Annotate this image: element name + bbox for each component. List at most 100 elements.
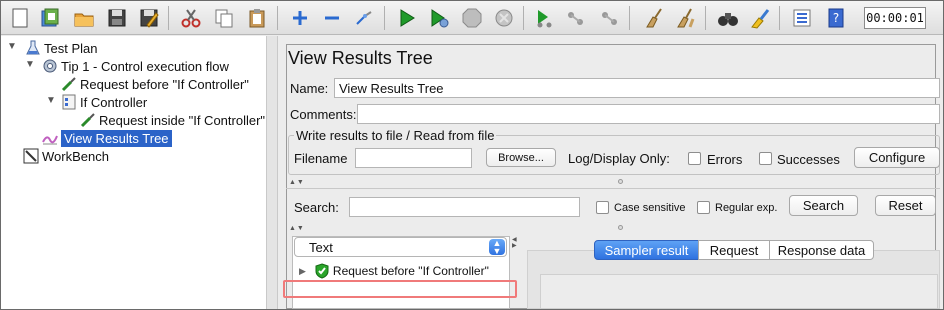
sampler-pipette-icon — [80, 112, 96, 128]
toolbar-separator — [705, 6, 706, 30]
tab-response-data[interactable]: Response data — [769, 240, 874, 260]
toolbar-separator — [629, 6, 630, 30]
start-no-pause-icon[interactable] — [426, 5, 452, 31]
collapse-toggle-icon[interactable]: ▼ — [46, 96, 56, 106]
remote-start-icon[interactable] — [531, 5, 557, 31]
regular-exp-label: Regular exp. — [715, 202, 778, 214]
collapse-toggle-icon[interactable]: ▼ — [7, 42, 17, 52]
tree-item-label: Test Plan — [44, 40, 98, 56]
tree-item-if-controller[interactable]: If Controller — [61, 93, 147, 111]
success-shield-icon — [314, 263, 330, 279]
elapsed-timer: 00:00:01 — [864, 7, 926, 29]
tree-item-view-results-tree[interactable]: View Results Tree — [42, 129, 172, 147]
case-sensitive-label: Case sensitive — [614, 202, 686, 214]
test-plan-tree: ▼ Test Plan ▼ Tip 1 - Control execution … — [1, 36, 266, 309]
successes-checkbox[interactable] — [759, 152, 772, 165]
tree-item-tip-controller[interactable]: Tip 1 - Control execution flow — [42, 57, 229, 75]
start-icon[interactable] — [394, 5, 420, 31]
clear-all-icon[interactable] — [673, 5, 699, 31]
configure-button[interactable]: Configure — [854, 147, 940, 168]
toolbar-separator — [523, 6, 524, 30]
search-label: Search: — [294, 200, 339, 215]
toolbar-separator — [277, 6, 278, 30]
tree-item-workbench[interactable]: WorkBench — [23, 147, 109, 165]
successes-label: Successes — [777, 152, 840, 167]
gear-icon — [42, 58, 58, 74]
result-item-label: Request before "If Controller" — [332, 264, 489, 278]
controller-icon — [61, 94, 77, 110]
tree-item-label: Request inside "If Controller" — [99, 112, 266, 128]
result-item-request-before[interactable]: ▶ Request before "If Controller" — [299, 262, 489, 280]
tab-request[interactable]: Request — [698, 240, 770, 260]
write-results-group-title: Write results to file / Read from file — [294, 128, 497, 143]
splitter-handle-icon[interactable] — [618, 179, 623, 184]
search-button[interactable]: Search — [789, 195, 858, 216]
toolbar-separator — [384, 6, 385, 30]
splitter-arrows-icon[interactable]: ▲▼ — [289, 225, 305, 232]
name-field[interactable]: View Results Tree — [334, 78, 940, 98]
tree-item-label: Tip 1 - Control execution flow — [61, 58, 229, 74]
function-helper-icon[interactable] — [789, 5, 815, 31]
new-icon[interactable] — [7, 5, 33, 31]
splitter-arrows-icon[interactable]: ▲▼ — [289, 179, 305, 186]
select-chevron-icon[interactable]: ▲ ▼ — [489, 239, 505, 256]
expand-toggle-icon[interactable]: ▶ — [299, 266, 306, 277]
tree-item-label: Request before "If Controller" — [80, 76, 249, 92]
clear-icon[interactable] — [641, 5, 667, 31]
templates-icon[interactable] — [37, 5, 63, 31]
case-sensitive-checkbox[interactable] — [596, 201, 609, 214]
remote-stop-icon[interactable] — [563, 5, 589, 31]
tree-item-label: If Controller — [80, 94, 148, 110]
stop-icon[interactable] — [459, 5, 485, 31]
collapse-toggle-icon[interactable]: ▼ — [25, 60, 35, 70]
save-as-icon[interactable] — [136, 5, 162, 31]
expand-icon[interactable] — [287, 5, 313, 31]
help-icon[interactable]: ? — [823, 5, 849, 31]
splitter-handle-icon[interactable] — [618, 225, 623, 230]
toolbar-separator — [168, 6, 169, 30]
tree-item-request-before[interactable]: Request before "If Controller" — [61, 75, 249, 93]
tab-sampler-result[interactable]: Sampler result — [594, 240, 699, 260]
result-detail-content — [540, 274, 938, 309]
tree-item-label: View Results Tree — [61, 129, 172, 147]
search-icon[interactable] — [715, 5, 741, 31]
regular-exp-checkbox[interactable] — [697, 201, 710, 214]
workbench-icon — [23, 148, 39, 164]
shutdown-icon[interactable] — [491, 5, 517, 31]
open-icon[interactable] — [71, 5, 97, 31]
browse-button[interactable]: Browse... — [486, 148, 556, 167]
tree-item-test-plan[interactable]: Test Plan — [25, 39, 97, 57]
toolbar: ? 00:00:01 — [1, 1, 943, 35]
sampler-pipette-icon — [61, 76, 77, 92]
errors-checkbox[interactable] — [688, 152, 701, 165]
collapse-icon[interactable] — [319, 5, 345, 31]
reset-button[interactable]: Reset — [875, 195, 936, 216]
renderer-select-value: Text — [309, 239, 333, 255]
remote-exit-icon[interactable] — [597, 5, 623, 31]
log-display-label: Log/Display Only: — [568, 151, 670, 166]
cut-icon[interactable] — [178, 5, 204, 31]
reset-search-icon[interactable] — [747, 5, 773, 31]
paste-icon[interactable] — [244, 5, 270, 31]
errors-label: Errors — [707, 152, 743, 167]
annotation-highlight-box — [283, 280, 517, 298]
copy-icon[interactable] — [211, 5, 237, 31]
renderer-select[interactable]: Text — [294, 237, 507, 257]
toggle-icon[interactable] — [351, 5, 377, 31]
listener-graph-icon — [42, 130, 58, 146]
splitter-arrows-icon[interactable]: ◀ ▶ — [512, 237, 518, 249]
comments-field[interactable] — [357, 104, 940, 124]
test-plan-icon — [25, 40, 41, 56]
save-icon[interactable] — [104, 5, 130, 31]
split-pane-divider[interactable] — [266, 36, 278, 309]
divider — [286, 188, 940, 189]
tree-item-label: WorkBench — [42, 148, 109, 164]
search-input[interactable] — [349, 197, 580, 217]
filename-label: Filename — [294, 151, 348, 166]
name-label: Name: — [290, 81, 329, 96]
comments-label: Comments: — [290, 107, 357, 122]
filename-field[interactable] — [355, 148, 472, 168]
panel-title: View Results Tree — [288, 48, 433, 68]
svg-text:?: ? — [833, 11, 839, 25]
tree-item-request-inside[interactable]: Request inside "If Controller" — [80, 111, 265, 129]
